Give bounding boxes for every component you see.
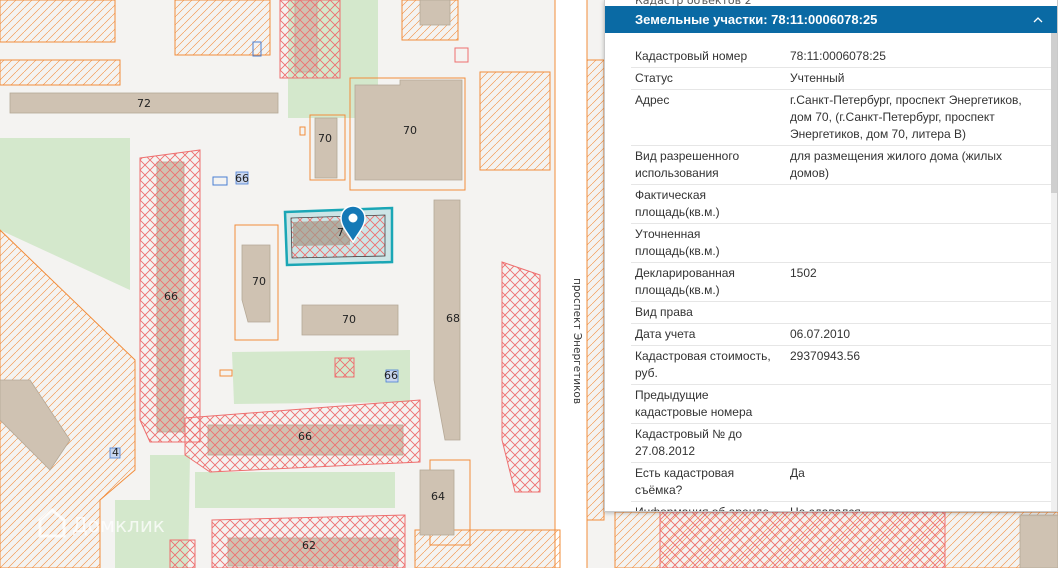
property-row: Кадастровая стоимость, руб. 29370943.56 <box>631 346 1051 385</box>
property-key: Вид разрешенного использования <box>635 149 740 180</box>
property-row: Предыдущие кадастровые номера <box>631 385 1051 424</box>
house-64-label: 64 <box>431 490 445 503</box>
house-70-label: 70 <box>252 275 266 288</box>
property-key: Есть кадастровая съёмка? <box>635 466 735 497</box>
house-62-label: 62 <box>302 539 316 552</box>
property-key: Адрес <box>635 93 670 107</box>
property-value: 06.07.2010 <box>790 327 851 341</box>
property-value <box>790 426 1051 460</box>
property-value <box>790 226 1051 260</box>
property-value <box>790 187 1051 221</box>
house-4-label: 4 <box>112 446 119 459</box>
property-key: Фактическая площадь(кв.м.) <box>635 188 720 219</box>
property-key: Декларированная площадь(кв.м.) <box>635 266 735 297</box>
property-row: Вид права <box>631 302 1051 324</box>
property-value: 29370943.56 <box>790 349 861 363</box>
house-70-label: 70 <box>318 132 332 145</box>
panel-header[interactable]: Земельные участки: 78:11:0006078:25 <box>605 6 1057 33</box>
property-value: Да <box>790 466 805 480</box>
property-value: 78:11:0006078:25 <box>790 49 886 63</box>
house-72-label: 72 <box>137 97 151 110</box>
property-key: Вид права <box>635 305 693 319</box>
watermark-text: Домклик <box>72 513 165 537</box>
house-68-label: 68 <box>446 312 460 325</box>
road-name-label: проспект Энергетиков <box>571 278 583 404</box>
property-value <box>790 304 1051 321</box>
scrollbar-thumb[interactable] <box>1051 33 1057 193</box>
house-66-label: 66 <box>164 290 178 303</box>
property-value: г.Санкт-Петербург, проспект Энергетиков,… <box>790 93 1022 141</box>
property-key: Кадастровый № до 27.08.2012 <box>635 427 743 458</box>
property-key: Предыдущие кадастровые номера <box>635 388 753 419</box>
property-key: Статус <box>635 71 673 85</box>
house-66-label: 66 <box>298 430 312 443</box>
property-row: Есть кадастровая съёмка? Да <box>631 463 1051 502</box>
property-value: для размещения жилого дома (жилых домов) <box>790 149 1002 180</box>
property-row: Уточненная площадь(кв.м.) <box>631 224 1051 263</box>
property-key: Кадастровый номер <box>635 49 748 63</box>
property-row: Информация об аренде Не сдавался <box>631 502 1051 512</box>
property-row: Декларированная площадь(кв.м.) 1502 <box>631 263 1051 302</box>
property-row: Фактическая площадь(кв.м.) <box>631 185 1051 224</box>
property-key: Информация об аренде <box>635 505 770 512</box>
property-key: Дата учета <box>635 327 696 341</box>
info-panel: Кадастр объектов 2 Земельные участки: 78… <box>604 0 1058 512</box>
property-value: 1502 <box>790 266 817 280</box>
property-value <box>790 387 1051 421</box>
house-66-label: 66 <box>384 369 398 382</box>
property-row: Вид разрешенного использования для размещ… <box>631 146 1051 185</box>
property-row: Адрес г.Санкт-Петербург, проспект Энергет… <box>631 90 1051 146</box>
house-70-label: 70 <box>403 124 417 137</box>
property-table: Кадастровый номер 78:11:0006078:25 Статус У… <box>605 33 1057 512</box>
property-row: Кадастровый № до 27.08.2012 <box>631 424 1051 463</box>
chevron-up-icon[interactable] <box>1033 15 1043 25</box>
property-value: Не сдавался <box>790 505 861 512</box>
house-70-label: 70 <box>342 313 356 326</box>
house-66-label: 66 <box>235 172 249 185</box>
property-row: Статус Учтенный <box>631 68 1051 90</box>
house-7-label: 7 <box>337 226 344 239</box>
property-key: Уточненная площадь(кв.м.) <box>635 227 720 258</box>
property-value: Учтенный <box>790 71 845 85</box>
property-row: Дата учета 06.07.2010 <box>631 324 1051 346</box>
panel-title: Земельные участки: 78:11:0006078:25 <box>635 12 878 27</box>
property-key: Кадастровая стоимость, руб. <box>635 349 771 380</box>
property-row: Кадастровый номер 78:11:0006078:25 <box>631 46 1051 68</box>
